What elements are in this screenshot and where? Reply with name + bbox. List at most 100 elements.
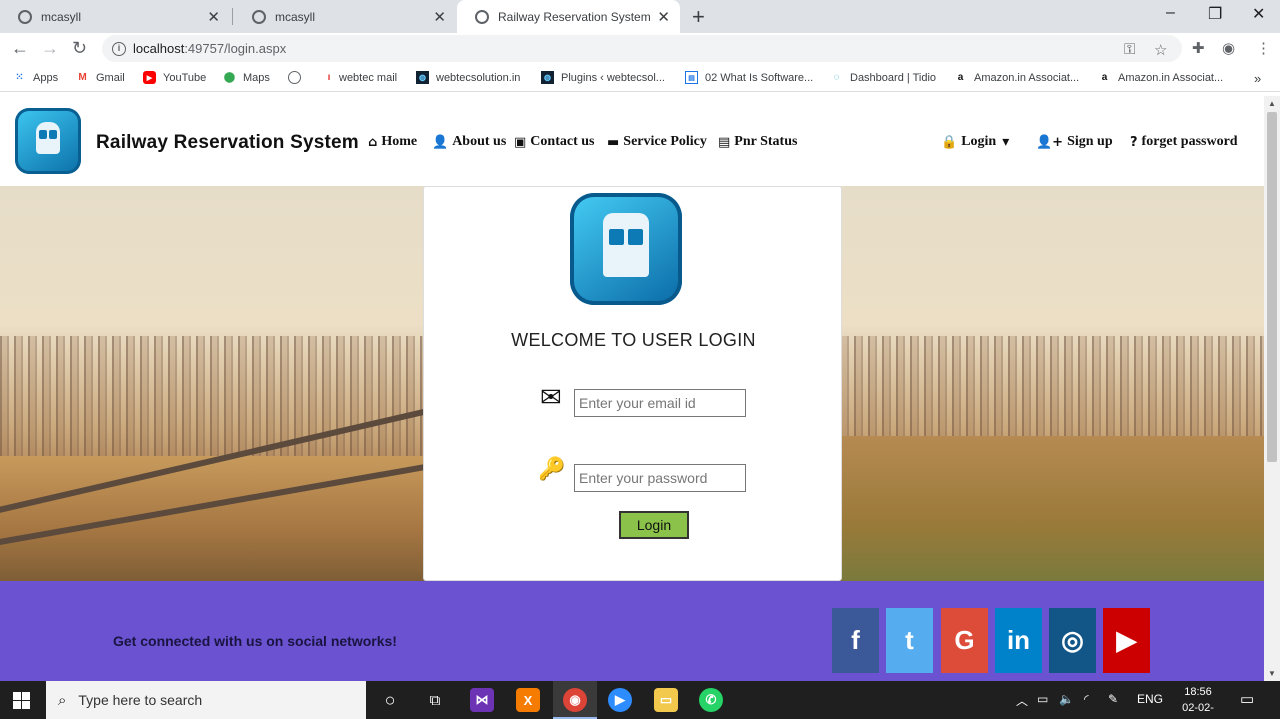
bookmark-plugins[interactable]: ◍ Plugins ‹ webtecsol... — [541, 71, 665, 84]
login-button[interactable]: Login — [619, 511, 689, 539]
windows-taskbar: ⌕ Type here to search ○ ⧉ ⋈ X ◉ ▶ ▭ ✆ ︿ … — [0, 681, 1280, 719]
address-bar[interactable]: i localhost:49757/login.aspx ⚿ ☆ — [102, 35, 1182, 62]
windows-start-icon[interactable] — [13, 692, 30, 709]
google-icon[interactable]: G — [941, 608, 988, 673]
browser-tab-active[interactable]: Railway Reservation System ✕ — [457, 0, 680, 33]
clock-time: 18:56 — [1184, 686, 1212, 698]
nav-contact-us[interactable]: ▣ Contact us — [514, 134, 594, 150]
new-tab-button[interactable]: + — [692, 4, 705, 30]
cortana-icon[interactable]: ○ — [378, 688, 402, 712]
scroll-down-icon[interactable]: ▼ — [1268, 669, 1276, 678]
volume-icon[interactable]: 🔈 — [1059, 692, 1074, 706]
site-brand[interactable]: Railway Reservation System — [96, 132, 359, 154]
notifications-icon[interactable]: ▭ — [1240, 690, 1254, 708]
nav-service-policy[interactable]: ▬ Service Policy — [607, 134, 707, 150]
bookmark-amazon-1[interactable]: a Amazon.in Associat... — [954, 71, 1079, 84]
caret-down-icon: ▾ — [1002, 134, 1010, 150]
tab-title: mcasyll — [275, 9, 316, 24]
tab-divider — [232, 8, 233, 25]
site-info-icon[interactable]: i — [112, 41, 126, 56]
language-indicator[interactable]: ENG — [1137, 692, 1163, 706]
user-plus-icon: 👤+ — [1036, 134, 1064, 150]
nav-pnr-status[interactable]: ▤ Pnr Status — [718, 134, 797, 150]
bookmark-webtec-mail[interactable]: ı webtec mail — [326, 71, 397, 84]
doc-icon: ▤ — [685, 71, 698, 84]
forward-button[interactable]: → — [41, 38, 59, 59]
bookmark-webtecsolution[interactable]: ◍ webtecsolution.in — [416, 71, 520, 84]
tab-title: Railway Reservation System — [498, 9, 651, 24]
nav-home[interactable]: ⌂ Home — [368, 134, 417, 150]
browser-tab[interactable]: mcasyll ✕ — [234, 0, 456, 33]
train-icon — [36, 122, 60, 154]
linkedin-icon[interactable]: in — [995, 608, 1042, 673]
extensions-icon[interactable]: ✚ — [1192, 39, 1205, 57]
youtube-icon[interactable]: ▶ — [1103, 608, 1150, 673]
bookmark-maps[interactable]: ⬤ Maps — [223, 71, 270, 84]
instagram-icon[interactable]: ◎ — [1049, 608, 1096, 673]
search-icon: ⌕ — [58, 691, 67, 709]
bookmark-youtube[interactable]: ▶ YouTube — [143, 71, 206, 84]
bookmark-gmail[interactable]: M Gmail — [76, 71, 124, 84]
page-scrollbar[interactable]: ▲ ▼ — [1264, 96, 1280, 681]
gmail-icon: M — [78, 72, 87, 83]
close-window-button[interactable]: ✕ — [1252, 4, 1265, 24]
address-book-icon: ▣ — [514, 134, 527, 150]
bookmark-tidio[interactable]: ◌ Dashboard | Tidio — [830, 71, 937, 84]
nav-about-us[interactable]: 👤 About us — [432, 134, 506, 150]
browser-toolbar: ← → ↻ i localhost:49757/login.aspx ⚿ ☆ ✚… — [0, 33, 1280, 64]
maximize-button[interactable]: ❐ — [1208, 4, 1222, 24]
nav-sign-up[interactable]: 👤+ Sign up — [1036, 134, 1113, 150]
footer: Get connected with us on social networks… — [0, 581, 1264, 681]
back-button[interactable]: ← — [11, 38, 29, 59]
battery-icon[interactable]: ▭ — [1037, 692, 1048, 706]
zoom-icon[interactable]: ▶ — [608, 688, 632, 712]
profile-icon[interactable]: ◉ — [1222, 39, 1235, 57]
twitter-icon[interactable]: t — [886, 608, 933, 673]
key-icon[interactable]: ⚿ — [1124, 41, 1135, 58]
bookmark-software[interactable]: ▤ 02 What Is Software... — [685, 71, 813, 84]
nav-login-dropdown[interactable]: 🔒 Login ▾ — [941, 134, 1009, 150]
close-tab-icon[interactable]: ✕ — [657, 8, 670, 26]
file-explorer-icon[interactable]: ▭ — [654, 688, 678, 712]
envelope-icon: ✉ — [540, 383, 562, 413]
wifi-icon[interactable]: ◜ — [1084, 692, 1089, 706]
bookmark-amazon-2[interactable]: a Amazon.in Associat... — [1098, 71, 1223, 84]
email-input[interactable] — [574, 389, 746, 417]
xampp-icon[interactable]: X — [516, 688, 540, 712]
reload-button[interactable]: ↻ — [72, 38, 87, 59]
task-view-icon[interactable]: ⧉ — [423, 688, 447, 712]
taskbar-search[interactable]: ⌕ Type here to search — [46, 681, 366, 719]
password-input[interactable] — [574, 464, 746, 492]
bookmarks-overflow-button[interactable]: » — [1254, 71, 1261, 86]
amazon-icon: a — [957, 72, 964, 83]
facebook-icon[interactable]: f — [832, 608, 879, 673]
scrollbar-thumb[interactable] — [1267, 112, 1277, 462]
visual-studio-icon[interactable]: ⋈ — [470, 688, 494, 712]
train-icon — [603, 213, 649, 277]
nav-forget-password[interactable]: ? forget password — [1130, 134, 1238, 150]
youtube-icon: ▶ — [143, 71, 156, 84]
star-icon[interactable]: ☆ — [1154, 41, 1167, 59]
tray-chevron-icon[interactable]: ︿ — [1016, 692, 1028, 709]
chrome-icon[interactable]: ◉ — [563, 688, 587, 712]
bookmark-globe[interactable] — [288, 71, 308, 84]
whatsapp-icon[interactable]: ✆ — [699, 688, 723, 712]
clock-date: 02-02-2021 — [1182, 702, 1214, 719]
close-tab-icon[interactable]: ✕ — [207, 8, 220, 26]
globe-icon — [252, 9, 266, 24]
user-icon: 👤 — [432, 134, 449, 150]
globe-icon — [288, 71, 301, 84]
credit-card-icon: ▬ — [607, 134, 620, 150]
site-icon: ◍ — [541, 71, 554, 84]
menu-icon[interactable]: ⋮ — [1256, 39, 1271, 57]
bookmark-apps[interactable]: ⁙ Apps — [13, 71, 58, 84]
close-tab-icon[interactable]: ✕ — [433, 8, 446, 26]
browser-tab[interactable]: mcasyll ✕ — [0, 0, 230, 33]
train-logo-icon[interactable] — [15, 108, 81, 174]
lock-icon: 🔒 — [941, 134, 958, 150]
pen-icon[interactable]: ✎ — [1108, 692, 1118, 706]
maps-icon: ⬤ — [223, 72, 236, 83]
scroll-up-icon[interactable]: ▲ — [1268, 99, 1276, 108]
taskbar-clock[interactable]: 18:56 02-02-2021 — [1170, 684, 1226, 719]
minimize-button[interactable]: – — [1166, 4, 1175, 22]
